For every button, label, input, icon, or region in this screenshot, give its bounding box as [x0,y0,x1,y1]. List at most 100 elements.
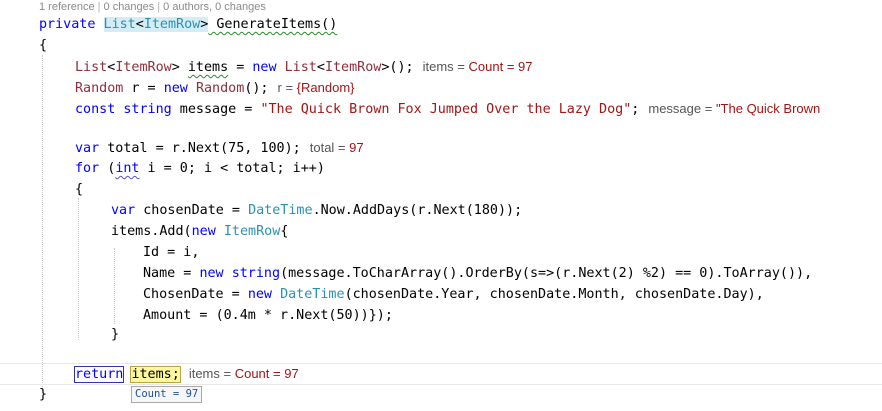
hint-eq: = [281,80,297,95]
datatip-tooltip[interactable]: Count = 97 [131,386,203,403]
punctuation: < [316,60,325,75]
inline-hint-message[interactable]: message = "The Quick Brown [645,101,823,116]
codelens-separator: | [157,1,161,13]
code-text: .Now.AddDays(r.Next(180)); [312,203,523,218]
keyword: var [75,141,100,156]
keyword: new [163,81,188,96]
code-text: total = r.Next(75, 100); [99,141,301,156]
type-name[interactable]: List [75,60,107,75]
code-text: }); [368,308,393,323]
hint-value: Count = 97 [234,366,299,381]
code-line: Amount = (0.4m * r.Next(50))}); [143,305,393,326]
inline-hint-total[interactable]: total = 97 [307,140,367,155]
hint-name: message [648,101,702,116]
type-name[interactable]: DateTime [248,203,313,218]
code-text: Id = i, [143,245,200,260]
hint-name: items [422,59,454,74]
hint-eq: = [334,140,350,155]
code-text: r = [123,81,164,96]
type-name[interactable]: List [103,17,136,32]
keyword: new [252,60,277,75]
type-name[interactable]: Random [75,81,123,96]
type-name[interactable]: ItemRow [224,224,280,239]
code-line: return items; items = Count = 97 [73,363,302,384]
type-name[interactable]: DateTime [280,287,345,302]
type-name[interactable]: ItemRow [115,60,171,75]
keyword: for [75,161,100,176]
hint-value: Count = 97 [468,59,533,74]
code-text: (chosenDate.Year, chosenDate.Month, chos… [344,287,764,302]
type-name[interactable]: List [285,60,317,75]
code-line: items.Add(new ItemRow{ [111,221,288,242]
keyword: string [123,102,172,117]
hint-name: total [309,140,335,155]
code-line: ChosenDate = new DateTime(chosenDate.Yea… [143,284,764,305]
punctuation: ( [99,161,116,176]
code-text: (message.ToCharArray().OrderBy(s=> [280,266,555,281]
keyword: private [39,17,96,32]
hint-value: {Random} [296,80,355,95]
code-text: i = 0; i < total; i++) [139,161,325,176]
highlighted-statement[interactable]: items; [130,366,181,383]
code-text: message = [171,102,261,117]
codelens: 1 reference | 0 changes | 0 authors, 0 chang… [39,0,266,15]
code-line: Random r = new Random(); r = {Random} [75,77,358,98]
code-line: Id = i, [143,242,199,263]
operator: = [228,60,253,75]
code-line: Name = new string(message.ToCharArray().… [143,263,812,284]
inline-hint-r[interactable]: r = {Random} [275,80,358,95]
codelens-changes[interactable]: 0 changes [104,1,155,13]
keyword: int [115,161,140,176]
code-text: == 0).ToArray()), [667,266,813,281]
code-line: const string message = "The Quick Brown … [75,98,823,119]
indent-guide [42,55,43,393]
method-name[interactable]: GenerateItems() [208,17,337,32]
hint-value: "The Quick Brown [715,101,821,116]
open-brace: { [75,182,84,197]
code-text: chosenDate = [135,203,249,218]
open-brace: { [39,38,48,53]
code-text: (r.Next(2) %2) [554,266,668,281]
keyword: new [247,287,272,302]
hint-eq: = [453,59,469,74]
inline-hint-items[interactable]: items = Count = 97 [420,59,536,74]
codelens-references[interactable]: 1 reference [39,1,95,13]
code-line: List<ItemRow> items = new List<ItemRow>(… [75,56,535,77]
code-line: var total = r.Next(75, 100); total = 97 [75,137,367,158]
hint-eq: = [701,101,716,116]
type-name[interactable]: ItemRow [143,17,201,32]
punctuation: < [135,17,144,32]
code-text: ChosenDate = [143,287,248,302]
keyword: const [75,102,116,117]
string-literal: "The Quick Brown Fox Jumped Over the Laz… [260,102,632,117]
code-line: } [39,384,47,405]
keyword: var [111,203,136,218]
punctuation: ; [631,102,640,117]
code-line: private List<ItemRow> GenerateItems() [39,14,337,35]
variable-items[interactable]: items [188,60,228,75]
code-line: for (int i = 0; i < total; i++) [75,158,325,179]
codelens-separator: | [97,1,101,13]
punctuation: >(); [381,60,414,75]
type-name[interactable]: ItemRow [325,60,381,75]
code-line: { [39,35,47,56]
code-text: Name = [143,266,200,281]
keyword: new [191,224,216,239]
code-text: Amount = [143,308,216,323]
hint-eq: = [219,366,235,381]
hint-value: 97 [349,140,364,155]
keyword: return [73,366,125,383]
code-line: { [75,179,83,200]
code-text: items.Add( [111,224,192,239]
keyword: string [231,266,281,281]
close-brace: } [39,387,48,402]
codelens-authors[interactable]: 0 authors, 0 changes [163,1,266,13]
inline-hint-return-items[interactable]: items = Count = 97 [186,366,302,381]
type-name[interactable]: Random [196,81,244,96]
code-text: (0.4m * r.Next(50)) [215,308,369,323]
